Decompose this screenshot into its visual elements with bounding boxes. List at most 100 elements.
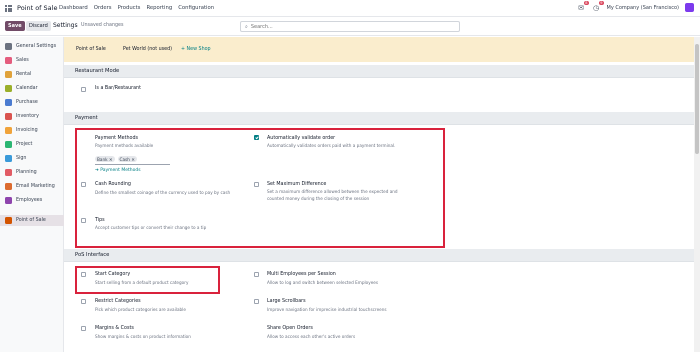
tag-remove-icon[interactable]: ✕ xyxy=(131,157,135,162)
payment-methods-tags[interactable]: Bank ✕ Cash ✕ xyxy=(95,156,137,162)
search-input[interactable] xyxy=(250,23,441,30)
sidebar-item-label: Purchase xyxy=(16,100,38,105)
apps-menu-icon[interactable] xyxy=(5,5,12,12)
calendar-icon xyxy=(5,85,12,92)
pos-label: Point of Sale xyxy=(76,47,106,52)
section-pos-interface: PoS Interface xyxy=(64,249,694,262)
bar-restaurant-checkbox[interactable] xyxy=(81,87,86,92)
start-category-checkbox[interactable] xyxy=(81,272,86,277)
large-scrollbars-title: Large Scrollbars xyxy=(267,299,306,304)
search-icon: ⌕ xyxy=(245,23,248,30)
sidebar-item-label: Email Marketing xyxy=(16,184,55,189)
employees-icon xyxy=(5,197,12,204)
pos-shop-selector[interactable]: Pet World (not used) xyxy=(123,47,172,52)
tips-desc: Accept customer tips or convert their ch… xyxy=(95,225,207,230)
margins-costs-desc: Show margins & costs on product informat… xyxy=(95,334,191,339)
sidebar-item-sales[interactable]: Sales xyxy=(0,55,64,66)
breadcrumb: Settings xyxy=(53,22,78,29)
sidebar-item-rental[interactable]: Rental xyxy=(0,69,64,80)
sidebar-item-label: Invoicing xyxy=(16,128,38,133)
planning-icon xyxy=(5,169,12,176)
tag-label: Bank xyxy=(97,156,108,162)
sidebar-item-project[interactable]: Project xyxy=(0,139,64,150)
payment-methods-title: Payment Methods xyxy=(95,136,139,141)
systray: ✉ 8 ◷ 9 My Company (San Francisco) xyxy=(577,1,694,12)
multi-employees-title: Multi Employees per Session xyxy=(267,272,336,277)
tag-label: Cash xyxy=(119,156,130,162)
tag-cash: Cash ✕ xyxy=(117,156,137,162)
auto-validate-title: Automatically validate order xyxy=(267,136,336,141)
auto-validate-checkbox[interactable] xyxy=(254,135,259,140)
bar-restaurant-title: Is a Bar/Restaurant xyxy=(95,86,141,91)
sidebar-item-label: Planning xyxy=(16,170,37,175)
share-orders-desc: Allow to access each other's active orde… xyxy=(267,334,356,339)
sidebar-item-label: Project xyxy=(16,142,33,147)
sidebar-item-purchase[interactable]: Purchase xyxy=(0,97,64,108)
discard-button[interactable]: Discard xyxy=(26,21,51,31)
app-brand[interactable]: Point of Sale xyxy=(17,4,57,12)
max-difference-desc-1: Set a maximum difference allowed between… xyxy=(267,189,398,194)
sidebar-item-label: Sign xyxy=(16,156,27,161)
sidebar-item-invoicing[interactable]: Invoicing xyxy=(0,125,64,136)
user-avatar[interactable] xyxy=(685,3,694,12)
sidebar-item-inventory[interactable]: Inventory xyxy=(0,111,64,122)
restrict-categories-checkbox[interactable] xyxy=(81,299,86,304)
start-category-desc: Start selling from a default product cat… xyxy=(95,280,189,285)
main-menu: Dashboard Orders Products Reporting Conf… xyxy=(59,5,214,11)
point-of-sale-icon xyxy=(5,217,12,224)
control-panel: Save Discard Settings Unsaved changes ⌕ xyxy=(0,17,700,36)
start-category-title: Start Category xyxy=(95,272,131,277)
cash-rounding-checkbox[interactable] xyxy=(81,182,86,187)
scrollbar-thumb[interactable] xyxy=(695,44,699,154)
sidebar-item-calendar[interactable]: Calendar xyxy=(0,83,64,94)
sidebar-item-sign[interactable]: Sign xyxy=(0,153,64,164)
menu-dashboard[interactable]: Dashboard xyxy=(59,5,88,11)
restrict-categories-desc: Pick which product categories are availa… xyxy=(95,307,186,312)
section-payment: Payment xyxy=(64,112,694,125)
inventory-icon xyxy=(5,113,12,120)
menu-configuration[interactable]: Configuration xyxy=(178,5,214,11)
max-difference-checkbox[interactable] xyxy=(254,182,259,187)
pos-selector-bar: Point of Sale Pet World (not used) + New… xyxy=(64,37,694,62)
unsaved-indicator: Unsaved changes xyxy=(81,23,124,28)
sidebar-item-email-marketing[interactable]: Email Marketing xyxy=(0,181,64,192)
tips-title: Tips xyxy=(95,218,105,223)
menu-reporting[interactable]: Reporting xyxy=(146,5,172,11)
sidebar-item-label: Rental xyxy=(16,72,32,77)
sidebar-item-point-of-sale[interactable]: Point of Sale xyxy=(0,215,64,226)
large-scrollbars-desc: Improve navigation for imprecise industr… xyxy=(267,307,387,312)
save-button[interactable]: Save xyxy=(5,21,25,31)
sales-icon xyxy=(5,57,12,64)
sidebar-item-planning[interactable]: Planning xyxy=(0,167,64,178)
new-shop-button[interactable]: + New Shop xyxy=(181,47,211,52)
chat-badge: 8 xyxy=(584,1,589,5)
payment-methods-link[interactable]: ➔ Payment Methods xyxy=(95,168,141,173)
invoicing-icon xyxy=(5,127,12,134)
activity-clock-icon[interactable]: ◷ 9 xyxy=(592,1,604,12)
share-orders-title: Share Open Orders xyxy=(267,326,313,331)
menu-orders[interactable]: Orders xyxy=(94,5,112,11)
menu-products[interactable]: Products xyxy=(118,5,141,11)
sidebar-item-general-settings[interactable]: General Settings xyxy=(0,41,64,52)
tag-bank: Bank ✕ xyxy=(95,156,115,162)
tag-remove-icon[interactable]: ✕ xyxy=(109,157,113,162)
cash-rounding-title: Cash Rounding xyxy=(95,182,131,187)
sidebar-item-employees[interactable]: Employees xyxy=(0,195,64,206)
company-switcher[interactable]: My Company (San Francisco) xyxy=(607,5,680,11)
max-difference-title: Set Maximum Difference xyxy=(267,182,327,187)
multi-employees-checkbox[interactable] xyxy=(254,272,259,277)
margins-costs-checkbox[interactable] xyxy=(81,326,86,331)
large-scrollbars-checkbox[interactable] xyxy=(254,299,259,304)
tips-checkbox[interactable] xyxy=(81,218,86,223)
chat-icon[interactable]: ✉ 8 xyxy=(577,1,589,12)
margins-costs-title: Margins & Costs xyxy=(95,326,134,331)
email-marketing-icon xyxy=(5,183,12,190)
tags-input-underline xyxy=(95,164,170,165)
purchase-icon xyxy=(5,99,12,106)
general-settings-icon xyxy=(5,43,12,50)
cash-rounding-desc: Define the smallest coinage of the curre… xyxy=(95,190,231,195)
activity-badge: 9 xyxy=(599,1,604,5)
sidebar-item-label: General Settings xyxy=(16,44,57,49)
payment-methods-desc: Payment methods available xyxy=(95,143,154,148)
project-icon xyxy=(5,141,12,148)
